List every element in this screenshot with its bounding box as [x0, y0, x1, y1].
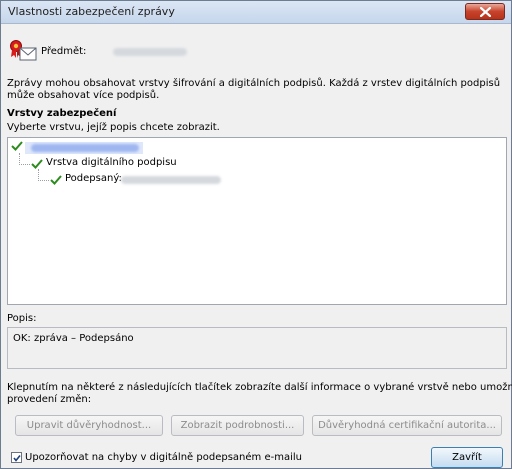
security-properties-window: Vlastnosti zabezpečení zprávy Předmět: Z…: [0, 0, 512, 469]
signed-mail-icon: [10, 40, 37, 61]
intro-text-line2: může obsahovat více podpisů.: [7, 90, 160, 101]
close-icon: [480, 7, 491, 17]
green-check-icon: [50, 175, 62, 185]
title-bar: Vlastnosti zabezpečení zprávy: [1, 1, 511, 24]
description-value: OK: zpráva – Podepsáno: [13, 333, 134, 344]
subject-value-redacted: [113, 48, 187, 56]
subject-label: Předmět:: [41, 46, 87, 57]
signer-name-redacted: [121, 176, 221, 184]
tree-connector: [38, 169, 49, 181]
window-title: Vlastnosti zabezpečení zprávy: [8, 5, 175, 18]
tree-item-signer[interactable]: Podepsaný:: [65, 173, 122, 184]
layers-instruction: Vyberte vrstvu, jejíž popis chcete zobra…: [7, 122, 220, 133]
help-text-line1: Klepnutím na některé z následujících tla…: [7, 382, 512, 393]
warn-errors-checkbox[interactable]: [11, 452, 22, 463]
tree-root-label-redacted: [31, 144, 139, 152]
description-box: OK: zpráva – Podepsáno: [7, 327, 507, 369]
close-button[interactable]: [465, 3, 505, 20]
layers-heading: Vrstvy zabezpečení: [7, 108, 117, 119]
intro-text-line1: Zprávy mohou obsahovat vrstvy šifrování …: [7, 78, 501, 89]
help-text-line2: provedení změn:: [7, 394, 92, 405]
green-check-icon: [11, 141, 23, 151]
close-dialog-button[interactable]: Zavřít: [431, 447, 503, 468]
description-label: Popis:: [7, 313, 37, 324]
view-details-button[interactable]: Zobrazit podrobnosti...: [171, 415, 304, 436]
warn-errors-label[interactable]: Upozorňovat na chyby v digitálně podepsa…: [25, 452, 302, 463]
trusted-ca-button[interactable]: Důvěryhodná certifikační autorita...: [312, 415, 502, 436]
checkmark-icon: [13, 455, 21, 462]
tree-item-signature-layer[interactable]: Vrstva digitálního podpisu: [46, 157, 177, 168]
edit-trust-button[interactable]: Upravit důvěryhodnost...: [15, 415, 163, 436]
tree-connector: [19, 153, 30, 165]
